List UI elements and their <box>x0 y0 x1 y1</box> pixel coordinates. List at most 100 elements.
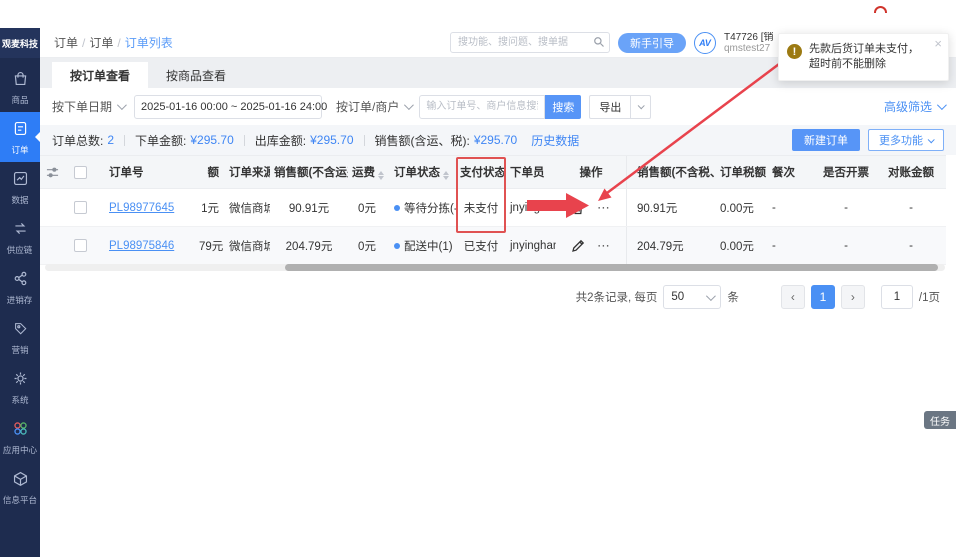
more-functions-button[interactable]: 更多功能 <box>868 129 944 151</box>
page-size-select[interactable]: 50 <box>663 285 721 309</box>
breadcrumb-item[interactable]: 订单 <box>54 34 78 51</box>
meal-cell: - <box>766 202 816 214</box>
tab-by-order[interactable]: 按订单查看 <box>52 62 148 88</box>
horizontal-scrollbar-track[interactable] <box>45 264 945 271</box>
export-dropdown-button[interactable] <box>631 95 651 119</box>
header-pay-status[interactable]: 支付状态 <box>456 164 506 180</box>
order-no-link[interactable]: PL98975846 <box>109 240 174 252</box>
avatar[interactable]: AV <box>694 32 716 54</box>
sidebar-item-label: 订单 <box>11 145 28 155</box>
order-count-value: 2 <box>107 133 114 147</box>
breadcrumb-item[interactable]: 订单 <box>82 34 113 51</box>
header-tax[interactable]: 订单税额 <box>716 164 766 180</box>
table-row: PL98975846 79元 微信商城 204.79元 0元 配送中(1) 已支… <box>40 227 946 265</box>
gear-icon <box>12 370 29 392</box>
header-status-label: 订单状态 <box>394 167 440 179</box>
more-actions-button[interactable]: ⋯ <box>597 241 611 251</box>
edit-icon[interactable] <box>571 239 585 253</box>
sort-icon[interactable] <box>443 171 449 180</box>
sales-no-tax-cell: 90.91元 <box>626 189 716 226</box>
advanced-filter-label: 高级筛选 <box>884 98 932 115</box>
user-info[interactable]: T47726 [销 qmstest27 <box>724 32 786 54</box>
header-source[interactable]: 订单来源 <box>225 164 270 180</box>
horizontal-scrollbar-thumb[interactable] <box>285 264 938 271</box>
tax-cell: 0.00元 <box>716 238 766 254</box>
sidebar-item-app-center[interactable]: 应用中心 <box>0 412 40 462</box>
status-text: 配送中(1) <box>404 241 453 253</box>
advanced-filter-link[interactable]: 高级筛选 <box>884 98 944 115</box>
sort-icon[interactable] <box>378 171 384 180</box>
global-search-input[interactable] <box>450 32 610 53</box>
reconcile-cell: - <box>876 202 946 214</box>
header-reconcile[interactable]: 对账金额 <box>876 164 946 180</box>
header-order-no[interactable]: 订单号 <box>95 164 195 180</box>
source-cell: 微信商城 <box>225 238 270 254</box>
new-order-button[interactable]: 新建订单 <box>792 129 860 151</box>
sidebar-item-system[interactable]: 系统 <box>0 362 40 412</box>
sidebar-item-label: 供应链 <box>7 245 33 255</box>
user-account: qmstest27 <box>724 43 786 54</box>
outbound-label: 出库金额: <box>255 132 306 149</box>
header-invoice[interactable]: 是否开票 <box>816 164 876 180</box>
header-shipping-label: 运费 <box>352 167 375 179</box>
sidebar-item-marketing[interactable]: 营销 <box>0 312 40 362</box>
pay-status-cell: 未支付 <box>456 200 506 216</box>
row-checkbox[interactable] <box>74 239 87 252</box>
outbound-value: ¥295.70 <box>310 133 353 147</box>
amount-clipped-cell: 79元 <box>195 238 225 254</box>
sidebar-item-orders[interactable]: 订单 <box>0 112 40 162</box>
page-jump-input[interactable] <box>881 285 913 309</box>
order-no-link[interactable]: PL98977645 <box>109 202 174 214</box>
sidebar-item-supply-chain[interactable]: 供应链 <box>0 212 40 262</box>
status-dot <box>394 205 400 211</box>
order-search-input[interactable] <box>419 95 545 119</box>
search-type-dropdown[interactable]: 按订单/商户 <box>336 98 411 115</box>
header-shipping[interactable]: 运费 <box>348 164 386 180</box>
date-range-picker[interactable]: 2025-01-16 00:00 ~ 2025-01-16 24:00 <box>134 95 322 119</box>
header-orderer[interactable]: 下单员 <box>506 164 556 180</box>
close-icon[interactable]: × <box>934 37 942 50</box>
header-sales-no-tax[interactable]: 销售额(不含税、运) <box>626 156 716 188</box>
export-button[interactable]: 导出 <box>589 95 631 119</box>
delete-icon[interactable] <box>571 201 585 215</box>
task-tag[interactable]: 任务 <box>924 411 956 429</box>
header-amount-clipped[interactable]: 额 <box>195 164 225 180</box>
header-status[interactable]: 订单状态 <box>386 164 456 180</box>
warning-icon: ! <box>787 44 802 59</box>
chevron-down-icon <box>937 100 947 110</box>
divider <box>244 135 245 146</box>
select-all-checkbox[interactable] <box>74 166 87 179</box>
sidebar-item-info-platform[interactable]: 信息平台 <box>0 462 40 512</box>
sales-value: ¥295.70 <box>474 133 517 147</box>
share-nodes-icon <box>12 270 29 292</box>
sidebar-item-goods[interactable]: 商品 <box>0 62 40 112</box>
order-icon <box>12 120 29 142</box>
column-settings-icon[interactable] <box>40 166 65 179</box>
history-data-link[interactable]: 历史数据 <box>531 132 579 149</box>
table-header-row: 订单号 额 订单来源 销售额(不含运费) 运费 订单状态 支付状态 下单员 操作… <box>40 155 946 189</box>
chart-icon <box>12 170 29 192</box>
prev-page-button[interactable]: ‹ <box>781 285 805 309</box>
warning-tooltip: ! 先款后货订单未支付，超时前不能删除 × <box>778 33 949 81</box>
current-page-button[interactable]: 1 <box>811 285 835 309</box>
sidebar-item-data[interactable]: 数据 <box>0 162 40 212</box>
pagination-unit: 条 <box>727 289 739 305</box>
tab-by-product[interactable]: 按商品查看 <box>148 62 244 88</box>
newbie-guide-button[interactable]: 新手引导 <box>618 33 686 53</box>
sidebar-item-label: 营销 <box>11 345 28 355</box>
search-button[interactable]: 搜索 <box>545 95 581 119</box>
order-amount-label: 下单金额: <box>135 132 186 149</box>
header-ops: 操作 <box>556 164 626 180</box>
row-checkbox[interactable] <box>74 201 87 214</box>
header-meal[interactable]: 餐次 <box>766 164 816 180</box>
more-actions-button[interactable]: ⋯ <box>597 203 611 213</box>
date-type-label: 按下单日期 <box>52 98 112 115</box>
status-text: 等待分拣(-) <box>404 203 456 215</box>
search-icon <box>593 36 605 48</box>
next-page-button[interactable]: › <box>841 285 865 309</box>
divider <box>364 135 365 146</box>
date-type-dropdown[interactable]: 按下单日期 <box>52 98 124 115</box>
global-search <box>450 32 610 53</box>
sidebar-item-inventory[interactable]: 进销存 <box>0 262 40 312</box>
header-sales[interactable]: 销售额(不含运费) <box>270 164 348 180</box>
